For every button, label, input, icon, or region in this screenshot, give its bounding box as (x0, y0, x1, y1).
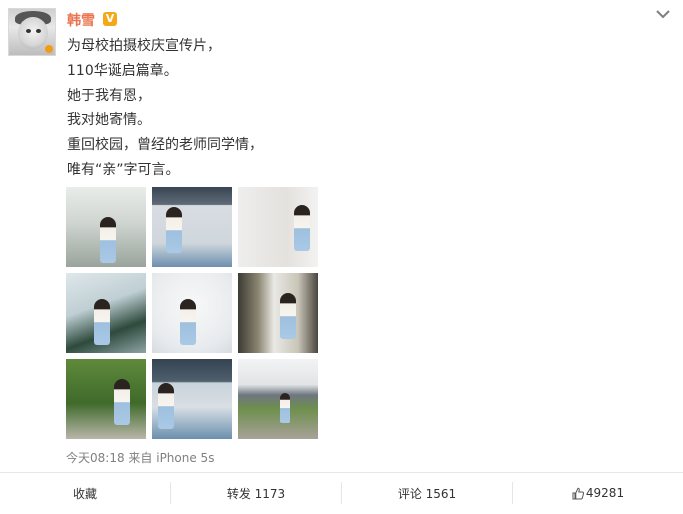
weibo-post-card: 韩雪 V 为母校拍摄校庆宣传片， 110华诞启篇章。 她于我有恩， 我对她寄情。… (0, 0, 683, 513)
photo-figure (280, 293, 296, 339)
chevron-down-icon[interactable] (655, 6, 671, 20)
avatar-face (18, 17, 48, 49)
action-bar: 收藏 转发 1173 评论 1561 49281 (0, 472, 683, 513)
photo-figure (158, 383, 174, 429)
photo-thumbnail[interactable] (238, 187, 318, 267)
favorite-button[interactable]: 收藏 (0, 473, 170, 514)
photo-thumbnail[interactable] (66, 273, 146, 353)
avatar-eye (36, 29, 41, 33)
photo-figure (114, 379, 130, 425)
photo-figure (280, 393, 290, 423)
photo-thumbnail[interactable] (238, 273, 318, 353)
repost-button[interactable]: 转发 1173 (171, 473, 341, 514)
post-text-line: 为母校拍摄校庆宣传片， (67, 38, 221, 54)
post-text-line: 唯有“亲”字可言。 (67, 161, 180, 178)
avatar-eye (26, 29, 31, 33)
post-meta: 今天08:18 来自 iPhone 5s (66, 449, 214, 466)
thumbs-up-icon (572, 487, 584, 500)
avatar[interactable] (8, 8, 56, 56)
photo-figure (180, 299, 196, 345)
photo-grid (66, 187, 318, 439)
photo-thumbnail[interactable] (152, 359, 232, 439)
post-text-line: 重回校园，曾经的老师同学情， (67, 137, 263, 154)
post-text-line: 我对她寄情。 (67, 112, 151, 129)
comment-button[interactable]: 评论 1561 (342, 473, 512, 514)
like-button[interactable]: 49281 (513, 473, 683, 514)
post-text: 为母校拍摄校庆宣传片， 110华诞启篇章。 她于我有恩， 我对她寄情。 重回校园… (67, 38, 627, 187)
like-count: 49281 (585, 486, 625, 500)
post-text-line: 110华诞启篇章。 (67, 62, 178, 79)
photo-figure (94, 299, 110, 345)
comment-label: 评论 1561 (397, 486, 457, 501)
favorite-label: 收藏 (72, 486, 97, 501)
repost-label: 转发 1173 (226, 486, 286, 501)
username-link[interactable]: 韩雪 (67, 10, 95, 30)
post-timestamp[interactable]: 今天08:18 (66, 451, 125, 465)
photo-figure (294, 205, 310, 251)
verified-badge-icon[interactable]: V (103, 12, 117, 26)
post-source[interactable]: 来自 iPhone 5s (128, 451, 214, 465)
photo-thumbnail[interactable] (66, 359, 146, 439)
photo-figure (166, 207, 182, 253)
photo-thumbnail[interactable] (152, 187, 232, 267)
photo-figure (100, 217, 116, 263)
photo-thumbnail[interactable] (152, 273, 232, 353)
like-content: 49281 (572, 486, 624, 500)
avatar-badge (45, 45, 53, 53)
photo-thumbnail[interactable] (66, 187, 146, 267)
post-text-line: 她于我有恩， (67, 87, 151, 104)
photo-thumbnail[interactable] (238, 359, 318, 439)
